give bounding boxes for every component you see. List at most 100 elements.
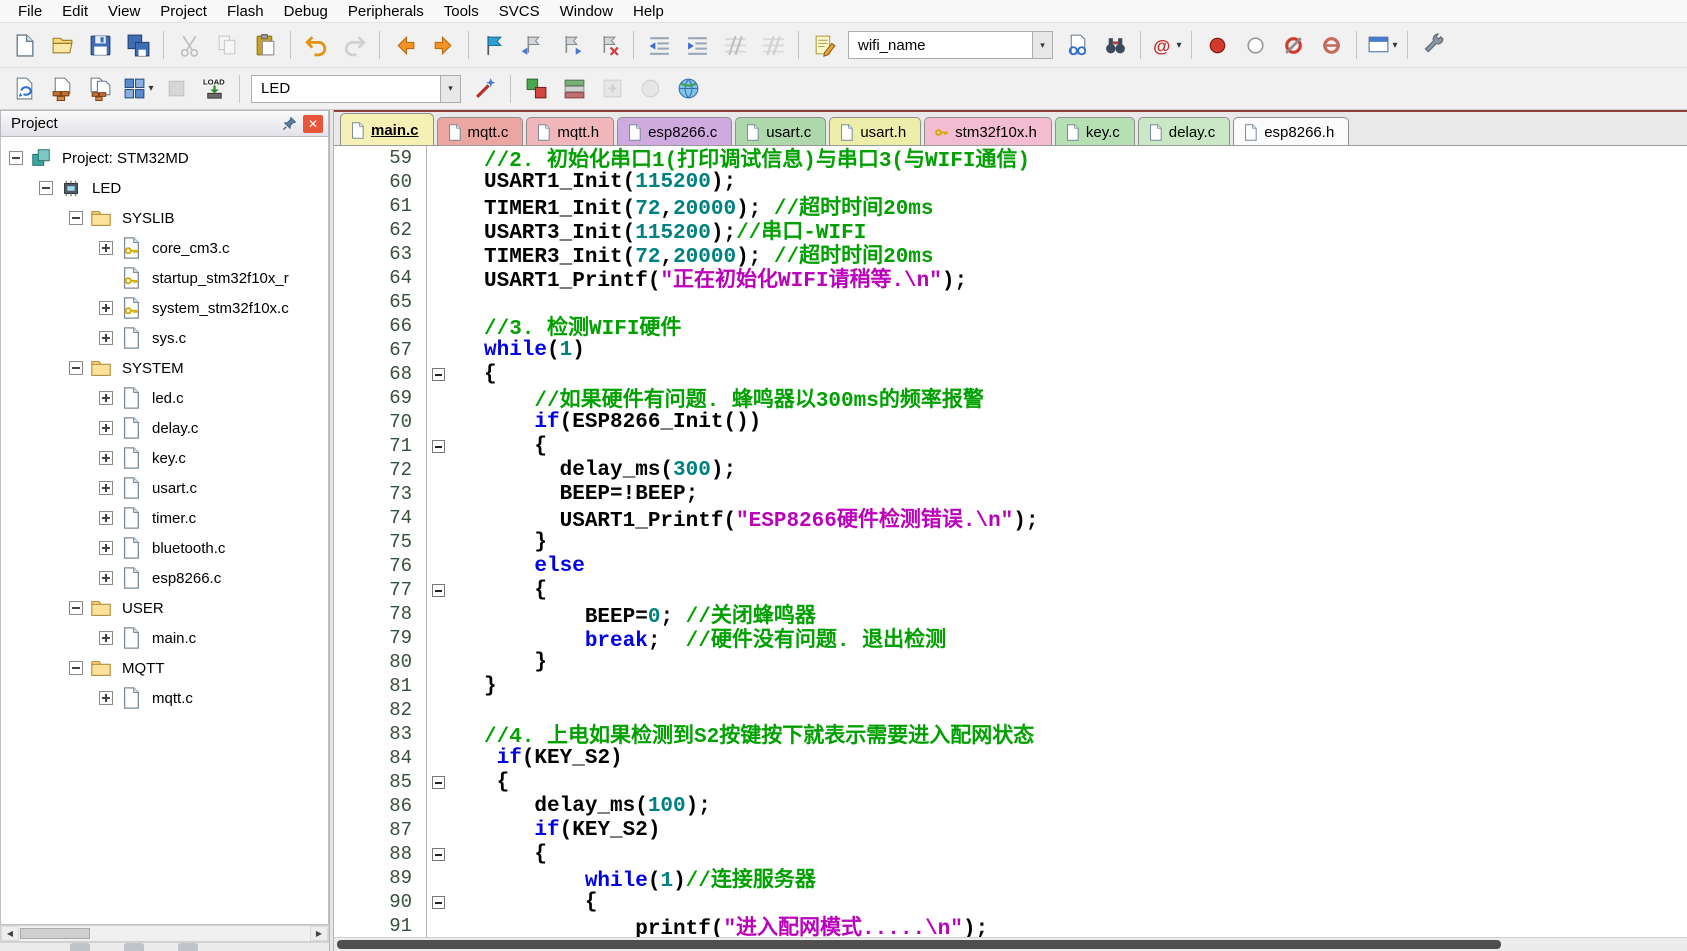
new-file-button[interactable]	[6, 28, 42, 62]
tree-item-user[interactable]: USER	[1, 593, 328, 623]
tab-usart-h[interactable]: usart.h	[829, 117, 921, 146]
chevron-down-icon[interactable]: ▾	[1032, 32, 1052, 58]
rebuild-button[interactable]	[82, 72, 118, 106]
collapse-icon[interactable]	[69, 211, 83, 225]
open-file-button[interactable]	[44, 28, 80, 62]
find-in-files-button[interactable]	[1059, 28, 1095, 62]
menu-view[interactable]: View	[98, 1, 150, 22]
expand-icon[interactable]	[99, 481, 113, 495]
scroll-right-arrow[interactable]: ▶	[310, 926, 328, 941]
expand-icon[interactable]	[99, 391, 113, 405]
uncomment-selection-button[interactable]	[755, 28, 791, 62]
menu-debug[interactable]: Debug	[274, 1, 338, 22]
copy-button[interactable]	[209, 28, 245, 62]
bookmark-toggle-button[interactable]	[476, 28, 512, 62]
fold-collapse-icon[interactable]	[432, 896, 445, 909]
expand-icon[interactable]	[99, 571, 113, 585]
save-all-button[interactable]	[120, 28, 156, 62]
tree-item-delay-c[interactable]: delay.c	[1, 413, 328, 443]
collapse-icon[interactable]	[69, 361, 83, 375]
fold-collapse-icon[interactable]	[432, 368, 445, 381]
manage-project-items-button[interactable]	[556, 72, 592, 106]
bookmark-clear-button[interactable]	[590, 28, 626, 62]
menu-svcs[interactable]: SVCS	[489, 1, 550, 22]
expand-icon[interactable]	[99, 241, 113, 255]
fold-collapse-icon[interactable]	[432, 440, 445, 453]
collapse-icon[interactable]	[39, 181, 53, 195]
bookmark-prev-button[interactable]	[514, 28, 550, 62]
target-combo[interactable]: LED▾	[251, 75, 461, 103]
collapse-icon[interactable]	[69, 661, 83, 675]
collapse-icon[interactable]	[9, 151, 23, 165]
chevron-down-icon[interactable]: ▾	[1392, 40, 1397, 51]
tree-item-syslib[interactable]: SYSLIB	[1, 203, 328, 233]
edit-find-button[interactable]	[806, 28, 842, 62]
fold-collapse-icon[interactable]	[432, 776, 445, 789]
download-button[interactable]: LOAD	[196, 72, 232, 106]
tab-stm32f10x-h[interactable]: stm32f10x.h	[924, 117, 1052, 146]
tree-horizontal-scrollbar[interactable]: ◀ ▶	[0, 925, 329, 942]
menu-tools[interactable]: Tools	[434, 1, 489, 22]
tree-item-mqtt[interactable]: MQTT	[1, 653, 328, 683]
chevron-down-icon[interactable]: ▾	[440, 76, 460, 102]
menu-project[interactable]: Project	[150, 1, 217, 22]
tree-item-system[interactable]: SYSTEM	[1, 353, 328, 383]
tree-item-esp8266-c[interactable]: esp8266.c	[1, 563, 328, 593]
tab-esp8266-h[interactable]: esp8266.h	[1233, 117, 1349, 146]
lookup-button[interactable]: @▾	[1148, 28, 1184, 62]
menu-file[interactable]: File	[8, 1, 52, 22]
translate-button[interactable]	[6, 72, 42, 106]
menu-peripherals[interactable]: Peripherals	[338, 1, 434, 22]
build-button[interactable]	[44, 72, 80, 106]
tree-item-timer-c[interactable]: timer.c	[1, 503, 328, 533]
navigate-back-button[interactable]	[387, 28, 423, 62]
expand-icon[interactable]	[99, 541, 113, 555]
scroll-left-arrow[interactable]: ◀	[1, 926, 19, 941]
scroll-thumb[interactable]	[20, 928, 90, 939]
navigate-forward-button[interactable]	[425, 28, 461, 62]
expand-icon[interactable]	[99, 451, 113, 465]
editor-horizontal-scrollbar[interactable]	[334, 937, 1687, 951]
expand-icon[interactable]	[99, 691, 113, 705]
fold-collapse-icon[interactable]	[432, 848, 445, 861]
menu-edit[interactable]: Edit	[52, 1, 98, 22]
tree-item-bluetooth-c[interactable]: bluetooth.c	[1, 533, 328, 563]
expand-icon[interactable]	[99, 331, 113, 345]
expand-icon[interactable]	[99, 301, 113, 315]
menu-window[interactable]: Window	[550, 1, 623, 22]
tab-esp8266-c[interactable]: esp8266.c	[617, 117, 732, 146]
stop-build-button[interactable]	[158, 72, 194, 106]
configure-button[interactable]	[1415, 28, 1451, 62]
enable-disable-breakpoint-button[interactable]	[1237, 28, 1273, 62]
books-button[interactable]	[632, 72, 668, 106]
tab-main-c[interactable]: main.c	[340, 113, 434, 146]
pack-installer-button[interactable]	[670, 72, 706, 106]
expand-icon[interactable]	[99, 511, 113, 525]
indent-button[interactable]	[679, 28, 715, 62]
fold-collapse-icon[interactable]	[432, 584, 445, 597]
batch-build-button[interactable]: ▾	[120, 72, 156, 106]
expand-icon[interactable]	[99, 421, 113, 435]
tree-item-led-c[interactable]: led.c	[1, 383, 328, 413]
save-button[interactable]	[82, 28, 118, 62]
kill-all-breakpoints-button[interactable]	[1275, 28, 1311, 62]
redo-button[interactable]	[336, 28, 372, 62]
menu-help[interactable]: Help	[623, 1, 674, 22]
tab-mqtt-h[interactable]: mqtt.h	[526, 117, 614, 146]
tab-usart-c[interactable]: usart.c	[735, 117, 826, 146]
paste-button[interactable]	[247, 28, 283, 62]
file-extensions-button[interactable]	[594, 72, 630, 106]
cut-button[interactable]	[171, 28, 207, 62]
tree-item-mqtt-c[interactable]: mqtt.c	[1, 683, 328, 713]
disable-all-breakpoints-button[interactable]	[1313, 28, 1349, 62]
chevron-down-icon[interactable]: ▾	[148, 83, 153, 94]
debug-windows-button[interactable]: ▾	[1364, 28, 1400, 62]
tree-item-startup-stm32f10x-r[interactable]: startup_stm32f10x_r	[1, 263, 328, 293]
tree-item-usart-c[interactable]: usart.c	[1, 473, 328, 503]
tree-item-led[interactable]: LED	[1, 173, 328, 203]
tree-item-core-cm3-c[interactable]: core_cm3.c	[1, 233, 328, 263]
manage-rte-button[interactable]	[518, 72, 554, 106]
comment-selection-button[interactable]	[717, 28, 753, 62]
tree-item-system-stm32f10x-c[interactable]: system_stm32f10x.c	[1, 293, 328, 323]
insert-breakpoint-button[interactable]	[1199, 28, 1235, 62]
